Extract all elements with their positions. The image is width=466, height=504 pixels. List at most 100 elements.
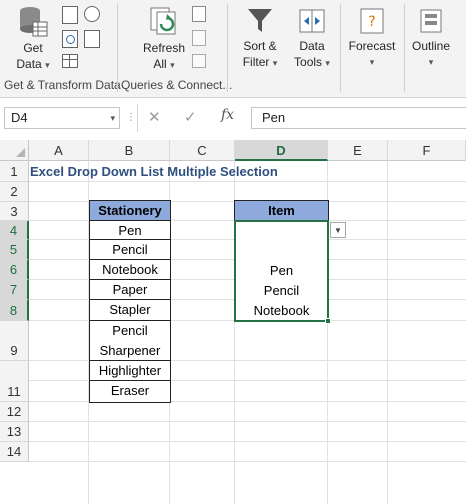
forecast-icon: ? — [360, 8, 384, 34]
properties-icon[interactable] — [192, 30, 206, 46]
formula-separator — [137, 104, 138, 132]
row-header-13[interactable]: 13 — [0, 422, 29, 442]
stationery-cell[interactable]: Pencil — [89, 239, 171, 261]
data-tools-button[interactable]: Data Tools ▾ — [288, 6, 336, 72]
row-header-6[interactable]: 6 — [0, 260, 29, 280]
sort-filter-label-2-wrap: Filter ▾ — [236, 54, 284, 71]
dropdown-arrow-icon[interactable]: ▼ — [330, 222, 346, 238]
row-header-2[interactable]: 2 — [0, 182, 29, 202]
stationery-header-line: Stationery — [98, 203, 162, 218]
stationery-cell-line: Eraser — [110, 383, 150, 398]
select-all-icon — [16, 148, 25, 157]
select-all-corner[interactable] — [0, 140, 29, 161]
refresh-all-button[interactable]: Refresh All ▾ — [138, 6, 190, 72]
forecast-button[interactable]: ? Forecast ▾ — [344, 6, 400, 72]
stationery-cell[interactable]: Pencil Sharpener — [89, 320, 171, 362]
more-options-icon[interactable]: ⋮ — [126, 112, 136, 123]
database-icon — [20, 7, 48, 37]
svg-text:?: ? — [368, 14, 375, 30]
grid-row-line — [29, 441, 466, 442]
queries-connections-icon[interactable] — [192, 6, 206, 22]
refresh-label-1: Refresh — [142, 41, 186, 55]
stationery-cell[interactable]: Stapler — [89, 299, 171, 322]
row-header-5[interactable]: 5 — [0, 240, 29, 260]
chevron-down-icon: ▾ — [369, 57, 375, 67]
row-header-8[interactable]: 8 — [0, 300, 29, 321]
get-data-label-1: Get — [23, 41, 43, 55]
chevron-down-icon: ▾ — [272, 58, 278, 68]
spreadsheet-grid: ABCDEF1234567891011121314StationeryPenPe… — [0, 140, 466, 504]
grid-column-line — [387, 161, 388, 504]
column-header-e[interactable]: E — [328, 140, 388, 161]
existing-connections-icon[interactable] — [84, 30, 100, 48]
row-header-4[interactable]: 4 — [0, 221, 29, 240]
fill-handle[interactable] — [325, 318, 331, 324]
ribbon-separator — [340, 4, 341, 92]
active-cell-border — [234, 220, 329, 322]
chevron-down-icon: ▾ — [325, 58, 330, 68]
grid-row-line — [29, 461, 466, 462]
cancel-icon[interactable]: ✕ — [148, 108, 161, 126]
ribbon: Get Data ▾ Get & Transform Data Refresh … — [0, 0, 466, 98]
get-data-button[interactable]: Get Data ▾ — [6, 6, 60, 72]
group-title-get-transform: Get & Transform Data — [4, 78, 121, 92]
row-header-11[interactable]: 11 — [0, 381, 29, 402]
chevron-down-icon: ▾ — [110, 113, 115, 123]
item-header: Item — [234, 200, 329, 221]
insert-function-button[interactable]: fx — [221, 107, 234, 123]
refresh-icon — [150, 7, 176, 35]
outline-icon — [420, 9, 442, 33]
outline-button[interactable]: Outline ▾ — [408, 6, 454, 72]
stationery-cell-line: Sharpener — [99, 343, 161, 358]
column-header-d[interactable]: D — [235, 140, 328, 161]
column-header-a[interactable]: A — [29, 140, 89, 161]
row-header-12[interactable]: 12 — [0, 402, 29, 422]
row-header-14[interactable]: 14 — [0, 442, 29, 462]
column-header-b[interactable]: B — [89, 140, 170, 161]
stationery-cell[interactable]: Notebook — [89, 259, 171, 281]
stationery-header: Stationery — [89, 200, 171, 221]
data-tools-label-2-wrap: Tools ▾ — [288, 54, 336, 71]
get-data-label-2-wrap: Data ▾ — [6, 56, 60, 73]
stationery-cell[interactable]: Pen — [89, 220, 171, 241]
group-title-queries: Queries & Connect... — [121, 78, 233, 92]
from-table-icon[interactable] — [62, 54, 78, 68]
stationery-cell-line: Paper — [112, 282, 148, 297]
row-header-7[interactable]: 7 — [0, 280, 29, 300]
row-header-3[interactable]: 3 — [0, 202, 29, 221]
data-tools-icon — [299, 9, 325, 33]
ribbon-separator — [227, 4, 228, 92]
stationery-cell-line: Pen — [118, 223, 142, 238]
chevron-down-icon: ▾ — [170, 60, 175, 70]
row-header-10[interactable]: 10 — [0, 361, 29, 399]
sort-filter-label-2: Filter — [242, 55, 270, 69]
ribbon-separator — [404, 4, 405, 92]
stationery-cell-line: Notebook — [102, 262, 158, 277]
refresh-label-2: All — [153, 57, 167, 71]
edit-links-icon[interactable] — [192, 54, 206, 68]
ribbon-separator — [117, 4, 118, 92]
forecast-label: Forecast — [348, 39, 396, 53]
filter-icon — [248, 9, 272, 32]
stationery-cell[interactable]: HighlighterPen — [89, 360, 171, 398]
stationery-cell[interactable]: Eraser — [89, 380, 171, 403]
chevron-down-icon: ▾ — [45, 60, 50, 70]
from-web-icon[interactable] — [62, 30, 78, 48]
enter-check-icon[interactable]: ✓ — [184, 108, 197, 126]
stationery-cell-line: Highlighter — [98, 363, 162, 378]
name-box-value: D4 — [11, 110, 28, 125]
data-tools-label-1: Data — [299, 39, 325, 53]
stationery-cell-line: Pencil — [112, 323, 148, 338]
name-box[interactable]: D4 ▾ — [4, 107, 120, 129]
row-header-1[interactable]: 1 — [0, 161, 29, 182]
data-tools-label-2: Tools — [294, 55, 323, 69]
formula-input[interactable]: Pen — [251, 107, 466, 129]
recent-sources-icon[interactable] — [84, 6, 100, 22]
from-text-icon[interactable] — [62, 6, 78, 24]
column-header-f[interactable]: F — [388, 140, 466, 161]
row-header-9[interactable]: 9 — [0, 321, 29, 361]
chevron-down-icon: ▾ — [428, 57, 434, 67]
stationery-cell[interactable]: Paper — [89, 279, 171, 301]
sort-filter-button[interactable]: Sort & Filter ▾ — [236, 6, 284, 72]
column-header-c[interactable]: C — [170, 140, 235, 161]
